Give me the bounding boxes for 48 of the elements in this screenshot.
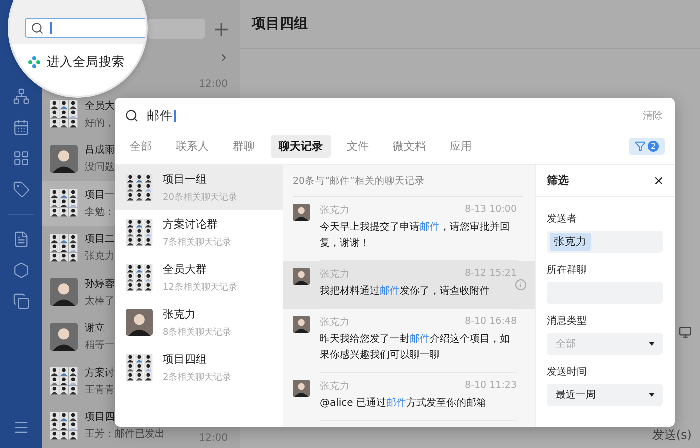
result-count: 2条相关聊天记录 xyxy=(163,372,232,384)
sender-name: 张克力 xyxy=(320,380,350,393)
result-name: 项目一组 xyxy=(163,172,208,186)
panel-title: 筛选 xyxy=(547,173,569,188)
message-time: 8-10 11:23 xyxy=(465,380,517,393)
result-name: 方案讨论群 xyxy=(163,216,219,232)
chat-preview: 稍等一 xyxy=(85,338,115,352)
chat-name: 孙婷蓉 xyxy=(85,278,115,291)
chat-name: 项目一 xyxy=(85,188,115,202)
chat-preview: 李勉： xyxy=(85,206,115,219)
message-text: 我把材料通过邮件发你了，请查收附件 xyxy=(320,284,491,299)
result-name: 张克力 xyxy=(163,306,197,322)
results-summary: 20条与“邮件”相关的聊天记录 xyxy=(293,165,523,197)
field-label: 消息类型 xyxy=(547,314,588,328)
chat-preview: 没问题 xyxy=(85,161,115,174)
chat-time: 12:00 xyxy=(199,433,228,444)
sender-name: 张克力 xyxy=(320,204,350,217)
chat-name: 方案讨 xyxy=(85,366,115,380)
chat-name: 吕成雨 xyxy=(85,144,115,158)
message-text: 今天早上我提交了申请邮件，请您审批并回复，谢谢！ xyxy=(320,220,511,251)
chat-time: 12:00 xyxy=(199,79,228,92)
sender-name: 张克力 xyxy=(320,316,350,329)
sender-name: 张克力 xyxy=(320,268,350,281)
chat-name: 全员大 xyxy=(85,100,115,113)
field-label: 发送者 xyxy=(547,212,578,226)
count-badge: 2 xyxy=(648,140,659,152)
chat-preview: 王芳：邮件已发出 xyxy=(85,428,165,442)
message-time: 8-10 16:48 xyxy=(465,316,517,329)
result-name: 项目四组 xyxy=(163,352,208,366)
result-count: 7条相关聊天记录 xyxy=(163,236,232,248)
chat-name: 项目四 xyxy=(85,411,116,424)
chat-preview: 张克力 xyxy=(85,250,115,264)
conversation-title: 项目四组 xyxy=(252,15,308,33)
chat-name: 项目二 xyxy=(85,233,115,246)
field-label: 发送时间 xyxy=(547,366,588,379)
chat-preview: 太棒了 xyxy=(85,294,115,308)
message-time: 8-13 10:00 xyxy=(465,204,517,217)
message-time: 8-12 15:21 xyxy=(465,268,517,281)
result-name: 全员大群 xyxy=(163,262,208,276)
message-text: 昨天我给您发了一封邮件介绍这个项目，如果你感兴趣我们可以聊一聊 xyxy=(320,332,511,363)
result-count: 12条相关聊天记录 xyxy=(163,282,238,294)
result-count: 20条相关聊天记录 xyxy=(163,192,238,204)
chat-preview: 王青青 xyxy=(85,384,115,397)
result-count: 8条相关聊天记录 xyxy=(163,326,232,338)
message-text: @alice 已通过邮件方式发至你的邮箱 xyxy=(320,396,488,411)
chat-preview: 好的， xyxy=(85,116,115,130)
chat-name: 谢立 xyxy=(85,322,106,336)
field-label: 所在群聊 xyxy=(547,264,588,277)
